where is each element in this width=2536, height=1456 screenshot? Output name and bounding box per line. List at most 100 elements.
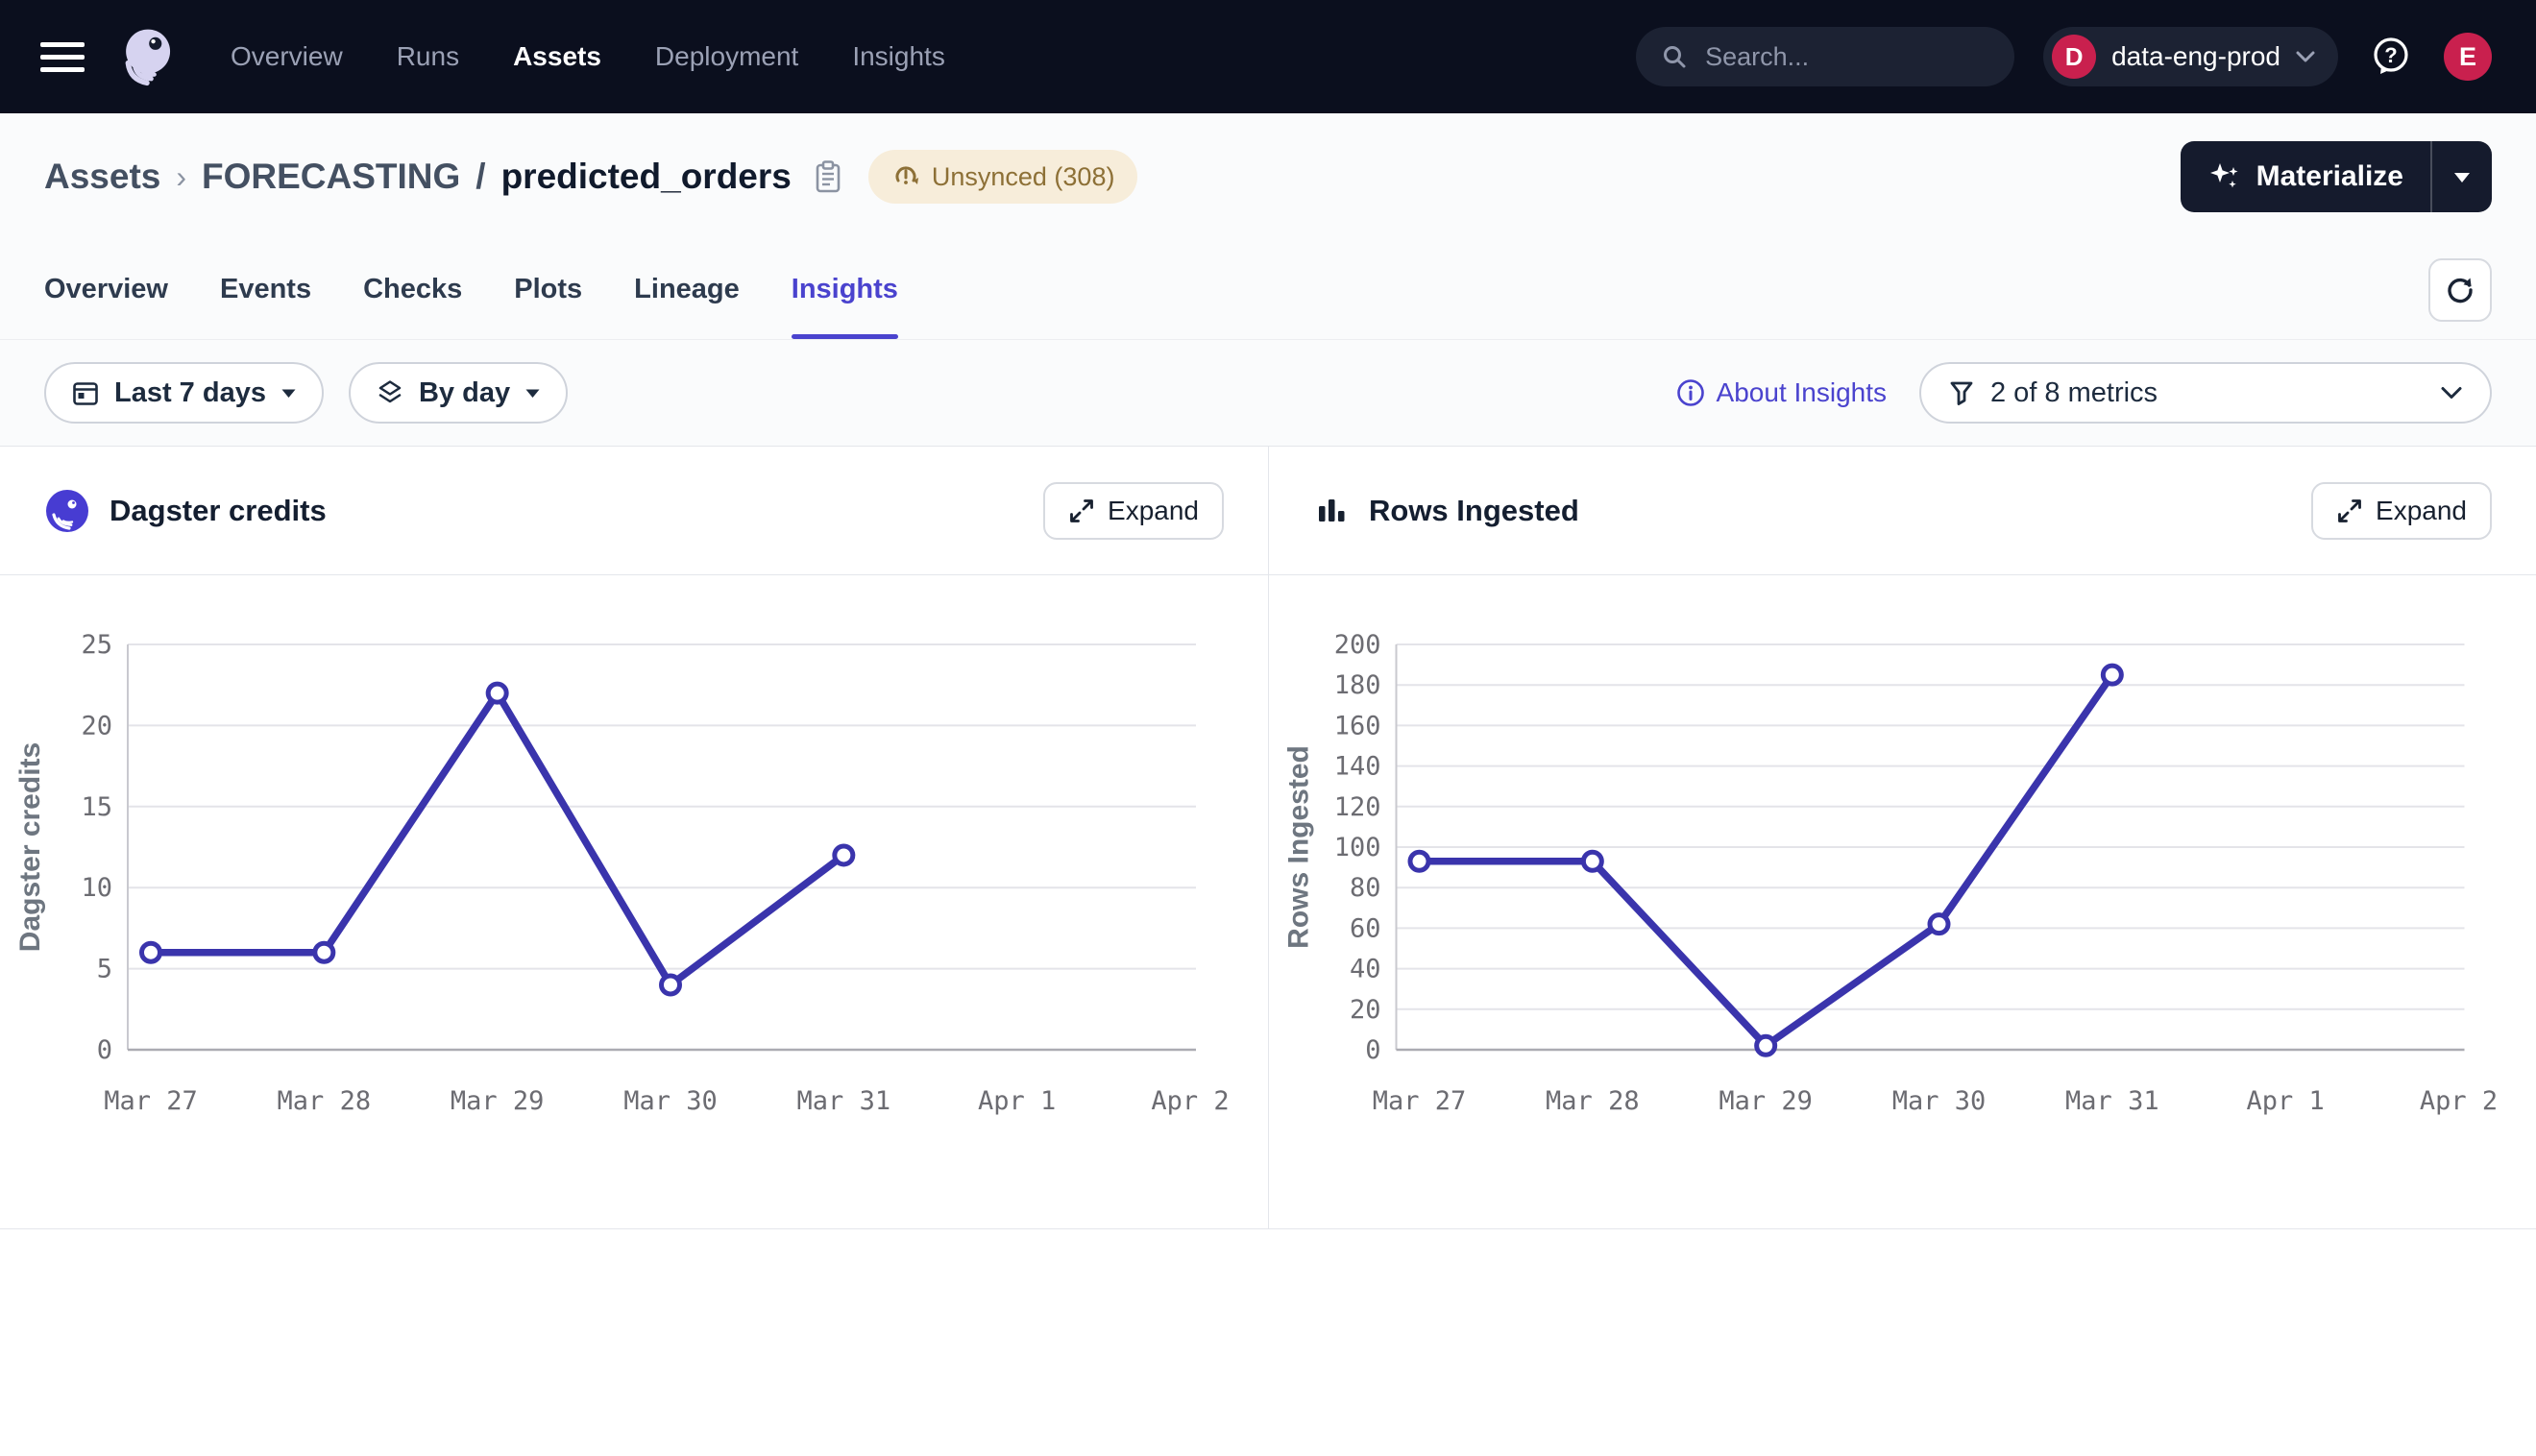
dagster-logo-icon[interactable]	[113, 23, 181, 90]
svg-text:Mar 29: Mar 29	[1719, 1086, 1813, 1116]
svg-text:200: 200	[1334, 630, 1381, 660]
granularity-label: By day	[419, 377, 510, 409]
svg-text:Apr 1: Apr 1	[2247, 1086, 2325, 1116]
status-badge[interactable]: Unsynced (308)	[868, 150, 1138, 204]
insights-filter-row: Last 7 days By day About Insights	[0, 340, 2536, 446]
nav-item-runs[interactable]: Runs	[397, 41, 459, 72]
svg-text:15: 15	[81, 792, 112, 822]
chart-title: Dagster credits	[110, 494, 327, 528]
svg-text:Mar 27: Mar 27	[104, 1086, 198, 1116]
svg-text:60: 60	[1350, 913, 1381, 943]
search-input-container[interactable]: /	[1636, 27, 2014, 86]
chevron-down-icon	[2440, 386, 2463, 400]
svg-text:20: 20	[1350, 995, 1381, 1025]
svg-text:Apr 1: Apr 1	[978, 1086, 1056, 1116]
expand-label: Expand	[1108, 496, 1199, 526]
about-insights-link[interactable]: About Insights	[1676, 377, 1887, 408]
expand-button[interactable]: Expand	[1043, 482, 1224, 540]
tab-events[interactable]: Events	[220, 240, 311, 339]
materialize-label: Materialize	[2256, 160, 2403, 193]
funnel-icon	[1948, 379, 1975, 406]
svg-text:0: 0	[1365, 1035, 1380, 1065]
line-chart-dagster-credits[interactable]: 0510152025Mar 27Mar 28Mar 29Mar 30Mar 31…	[0, 575, 1268, 1228]
svg-text:120: 120	[1334, 792, 1381, 822]
sync-warning-icon	[891, 162, 920, 191]
sparkle-icon	[2207, 159, 2242, 194]
status-badge-label: Unsynced (308)	[932, 162, 1115, 192]
help-icon[interactable]: ?	[2367, 33, 2415, 81]
metrics-filter-select[interactable]: 2 of 8 metrics	[1919, 362, 2492, 424]
refresh-button[interactable]	[2428, 258, 2492, 322]
page-title: predicted_orders	[501, 157, 792, 197]
granularity-dropdown[interactable]: By day	[349, 362, 568, 424]
tab-overview[interactable]: Overview	[44, 240, 168, 339]
tab-plots[interactable]: Plots	[514, 240, 582, 339]
svg-text:160: 160	[1334, 711, 1381, 740]
search-input[interactable]	[1703, 41, 2047, 73]
svg-text:Mar 31: Mar 31	[797, 1086, 891, 1116]
svg-text:25: 25	[81, 630, 112, 660]
tab-insights[interactable]: Insights	[792, 240, 898, 339]
svg-text:Mar 29: Mar 29	[451, 1086, 545, 1116]
primary-nav: Overview Runs Assets Deployment Insights	[231, 41, 945, 72]
top-navigation-bar: Overview Runs Assets Deployment Insights…	[0, 0, 2536, 113]
nav-item-assets[interactable]: Assets	[513, 41, 601, 72]
svg-text:Mar 30: Mar 30	[623, 1086, 718, 1116]
nav-item-insights[interactable]: Insights	[852, 41, 945, 72]
dagster-credits-icon	[44, 488, 90, 534]
svg-text:40: 40	[1350, 955, 1381, 984]
breadcrumb-assets-link[interactable]: Assets	[44, 157, 160, 197]
metrics-filter-label: 2 of 8 metrics	[1990, 377, 2158, 409]
insights-charts-section: Dagster credits Expand 0 5 10 15 20 25 Mar 27 M…	[0, 446, 2536, 1229]
svg-text:10: 10	[81, 873, 112, 903]
about-insights-label: About Insights	[1717, 377, 1887, 408]
breadcrumb-separator: ›	[176, 159, 186, 195]
svg-text:100: 100	[1334, 833, 1381, 862]
svg-text:Apr 2: Apr 2	[1151, 1086, 1229, 1116]
chart-header: Dagster credits Expand	[0, 447, 1268, 575]
asset-tabs: Overview Events Checks Plots Lineage Ins…	[44, 240, 898, 339]
refresh-icon	[2444, 274, 2476, 306]
user-avatar[interactable]: E	[2444, 33, 2492, 81]
svg-text:Mar 30: Mar 30	[1892, 1086, 1987, 1116]
expand-label: Expand	[2376, 496, 2467, 526]
svg-text:180: 180	[1334, 670, 1381, 700]
tab-checks[interactable]: Checks	[363, 240, 462, 339]
nav-item-deployment[interactable]: Deployment	[655, 41, 798, 72]
svg-text:140: 140	[1334, 752, 1381, 782]
deployment-switcher[interactable]: D data-eng-prod	[2043, 27, 2338, 86]
tab-lineage[interactable]: Lineage	[634, 240, 740, 339]
layers-icon	[376, 378, 404, 407]
caret-down-icon	[280, 388, 297, 399]
svg-text:5: 5	[97, 955, 112, 984]
svg-text:Mar 27: Mar 27	[1373, 1086, 1467, 1116]
calendar-icon	[71, 378, 100, 407]
clipboard-icon[interactable]	[813, 159, 843, 194]
svg-text:80: 80	[1350, 873, 1381, 903]
svg-text:Rows Ingested: Rows Ingested	[1283, 745, 1315, 949]
expand-button[interactable]: Expand	[2311, 482, 2492, 540]
materialize-button[interactable]: Materialize	[2181, 141, 2430, 212]
line-chart-rows-ingested[interactable]: 0 20 40 60 80 100 120 140 160 180 200 Mar 27 Mar 28 M…	[1269, 575, 2536, 1228]
chart-panel-rows-ingested: Rows Ingested Expand 0 20 40 60 80 100 120 140 1…	[1268, 447, 2536, 1228]
deployment-initial-badge: D	[2052, 35, 2096, 79]
chevron-down-icon	[2296, 51, 2315, 63]
nav-item-overview[interactable]: Overview	[231, 41, 343, 72]
svg-text:Mar 28: Mar 28	[1546, 1086, 1640, 1116]
breadcrumb: Assets › FORECASTING / predicted_orders	[44, 157, 843, 197]
breadcrumb-group-link[interactable]: FORECASTING	[202, 157, 460, 197]
materialize-button-group: Materialize	[2181, 141, 2492, 212]
bar-chart-icon	[1313, 493, 1350, 529]
chart-title: Rows Ingested	[1369, 494, 1579, 528]
time-range-dropdown[interactable]: Last 7 days	[44, 362, 324, 424]
menu-icon[interactable]	[40, 42, 85, 72]
asset-tabs-row: Overview Events Checks Plots Lineage Ins…	[0, 240, 2536, 340]
materialize-dropdown-button[interactable]	[2430, 141, 2492, 212]
svg-text:Dagster credits: Dagster credits	[14, 742, 46, 952]
search-icon	[1661, 43, 1688, 70]
svg-text:20: 20	[81, 711, 112, 740]
time-range-label: Last 7 days	[114, 377, 266, 409]
caret-down-icon	[524, 388, 541, 399]
expand-icon	[1068, 497, 1095, 524]
svg-text:Mar 28: Mar 28	[278, 1086, 372, 1116]
